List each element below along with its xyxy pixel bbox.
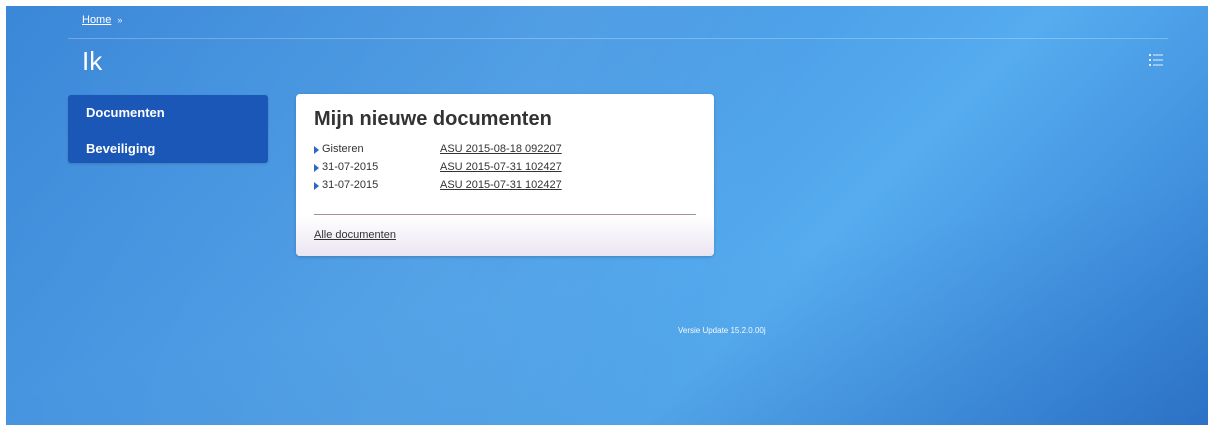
card-footer: Alle documenten xyxy=(296,215,714,256)
all-documents-link[interactable]: Alle documenten xyxy=(314,229,396,241)
document-date: 31-07-2015 xyxy=(322,161,379,173)
document-link[interactable]: ASU 2015-08-18 092207 xyxy=(440,143,562,155)
breadcrumb-home-link[interactable]: Home xyxy=(82,14,111,26)
bullet-arrow-icon xyxy=(314,164,319,172)
card-title: Mijn nieuwe documenten xyxy=(314,108,552,130)
new-documents-card: Mijn nieuwe documenten Gisteren ASU 2015… xyxy=(296,94,714,256)
sidebar-item-documenten[interactable]: Documenten xyxy=(86,105,165,120)
page-title: Ik xyxy=(82,46,103,76)
sidebar: Documenten Beveiliging xyxy=(68,95,268,163)
bullet-arrow-icon xyxy=(314,146,319,154)
document-link[interactable]: ASU 2015-07-31 102427 xyxy=(440,179,562,191)
version-label: Versie Update 15.2.0.00j xyxy=(678,326,766,335)
sidebar-item-beveiliging[interactable]: Beveiliging xyxy=(86,141,155,156)
breadcrumb: Home » xyxy=(82,14,122,26)
bullet-arrow-icon xyxy=(314,182,319,190)
document-link[interactable]: ASU 2015-07-31 102427 xyxy=(440,161,562,173)
header-divider xyxy=(68,38,1168,39)
list-icon[interactable] xyxy=(1149,54,1163,66)
breadcrumb-separator: » xyxy=(117,15,123,25)
document-date: 31-07-2015 xyxy=(322,179,379,191)
document-date: Gisteren xyxy=(322,143,364,155)
app-background: Home » Ik Documenten Beveiliging Mijn ni… xyxy=(6,6,1208,425)
